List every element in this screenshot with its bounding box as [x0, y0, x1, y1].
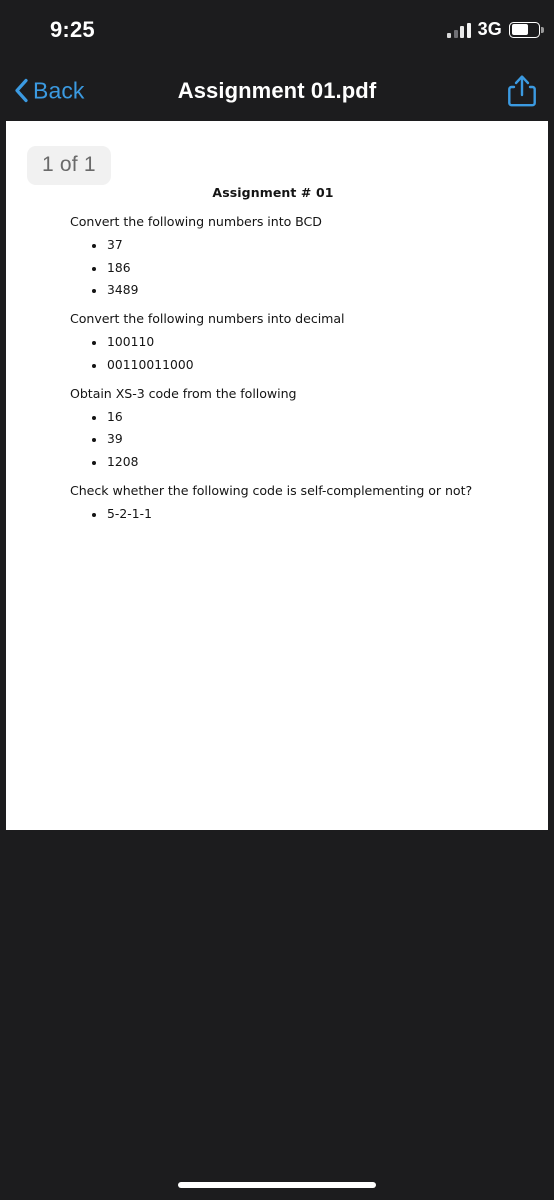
chevron-left-icon [15, 78, 28, 103]
list-item: 16 [91, 410, 548, 424]
signal-bars-icon [447, 22, 471, 38]
pdf-content: Assignment # 01 Convert the following nu… [6, 185, 548, 529]
status-bar: 9:25 3G [0, 0, 554, 60]
section-list-1: 37 186 3489 [6, 238, 548, 297]
section-list-2: 100110 00110011000 [6, 335, 548, 372]
section-heading-4: Check whether the following code is self… [70, 482, 473, 498]
battery-icon [509, 21, 544, 38]
home-indicator[interactable] [178, 1182, 376, 1188]
page-indicator-badge: 1 of 1 [27, 146, 111, 185]
section-list-3: 16 39 1208 [6, 410, 548, 469]
status-time: 9:25 [50, 17, 95, 42]
document-title: Assignment # 01 [212, 185, 334, 200]
back-button-label: Back [33, 77, 85, 103]
section-list-4: 5-2-1-1 [6, 507, 548, 521]
list-item: 00110011000 [91, 358, 548, 372]
section-heading-3: Obtain XS-3 code from the following [70, 385, 297, 401]
battery-fill [511, 24, 528, 35]
list-item: 1208 [91, 455, 548, 469]
list-item: 5-2-1-1 [91, 507, 548, 521]
list-item: 39 [91, 432, 548, 446]
section-heading-1: Convert the following numbers into BCD [70, 214, 322, 229]
phone-screen: 9:25 3G Back Assignment 01.pdf 1 of 1 As… [0, 0, 554, 1200]
back-button[interactable]: Back [14, 77, 85, 104]
list-item: 100110 [91, 335, 548, 349]
share-button[interactable] [506, 74, 538, 108]
list-item: 3489 [91, 283, 548, 297]
list-item: 186 [91, 261, 548, 275]
pdf-page[interactable]: 1 of 1 Assignment # 01 Convert the follo… [6, 121, 548, 830]
share-icon [508, 74, 536, 106]
status-indicators: 3G [447, 19, 544, 40]
section-heading-2: Convert the following numbers into decim… [70, 311, 345, 326]
navigation-bar: Back Assignment 01.pdf [0, 60, 554, 121]
list-item: 37 [91, 238, 548, 252]
carrier-label: 3G [477, 19, 502, 39]
